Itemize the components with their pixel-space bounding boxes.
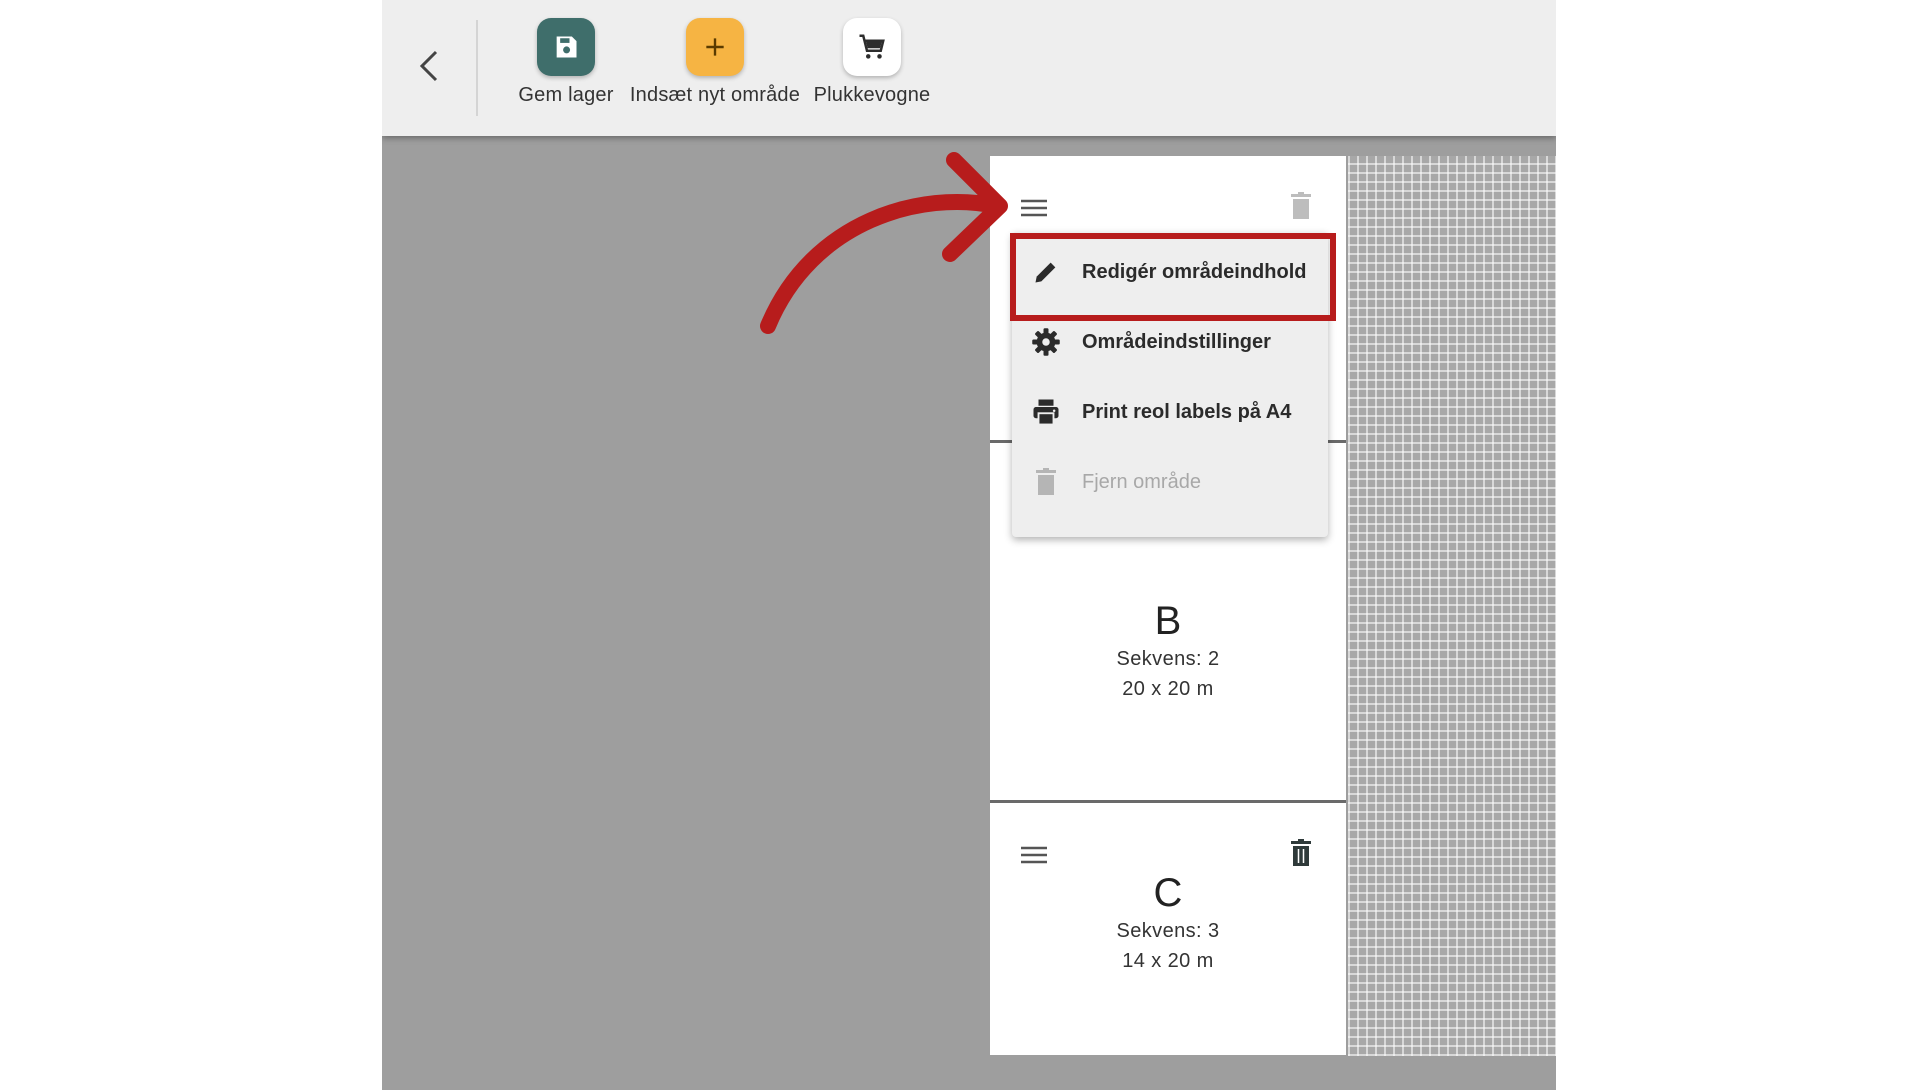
area-size: 20 x 20 m: [1122, 678, 1214, 700]
toolbar-divider: [476, 20, 478, 116]
area-card-c[interactable]: C Sekvens: 3 14 x 20 m: [990, 803, 1346, 1055]
save-warehouse-label: Gem lager: [518, 84, 614, 106]
trash-icon: [1290, 191, 1312, 225]
save-icon: [537, 18, 595, 76]
area-sequence: Sekvens: 3: [1116, 920, 1220, 942]
menu-item-label: Områdeindstillinger: [1082, 330, 1271, 353]
plus-icon: [686, 18, 744, 76]
menu-item-area-settings[interactable]: Områdeindstillinger: [1012, 312, 1328, 372]
menu-item-edit-area-content[interactable]: Redigér områdeindhold: [1012, 242, 1328, 302]
area-menu-button[interactable]: [1018, 192, 1050, 224]
menu-item-remove-area: Fjern område: [1012, 452, 1328, 512]
area-context-menu: Redigér områdeindhold Områdeindstillinge…: [1012, 232, 1328, 537]
menu-item-label: Print reol labels på A4: [1082, 400, 1292, 423]
menu-item-label: Fjern område: [1082, 470, 1201, 493]
area-size: 14 x 20 m: [1122, 950, 1214, 972]
warehouse-grid[interactable]: [1348, 156, 1556, 1056]
insert-area-button[interactable]: Indsæt nyt område: [614, 18, 816, 107]
area-letter: C: [1153, 871, 1183, 915]
gear-icon: [1030, 326, 1062, 358]
pick-carts-label: Plukkevogne: [813, 84, 931, 106]
toolbar: Gem lager Indsæt nyt område Plukkevogne: [382, 0, 1556, 136]
area-letter: B: [1154, 599, 1182, 643]
area-menu-button[interactable]: [1018, 839, 1050, 871]
menu-item-label: Redigér områdeindhold: [1082, 260, 1307, 283]
area-info: B Sekvens: 2 20 x 20 m: [990, 598, 1346, 704]
printer-icon: [1030, 396, 1062, 428]
pencil-icon: [1030, 256, 1062, 288]
hamburger-icon: [1018, 199, 1050, 228]
chevron-left-icon: [416, 48, 444, 89]
cart-icon: [843, 18, 901, 76]
menu-item-print-labels[interactable]: Print reol labels på A4: [1012, 382, 1328, 442]
delete-area-button[interactable]: [1286, 191, 1316, 225]
area-sequence: Sekvens: 2: [1116, 648, 1220, 670]
trash-icon: [1290, 838, 1312, 872]
insert-area-label: Indsæt nyt område: [629, 84, 801, 106]
pick-carts-button[interactable]: Plukkevogne: [802, 18, 942, 107]
back-button[interactable]: [402, 40, 458, 96]
delete-area-button[interactable]: [1286, 838, 1316, 872]
warehouse-editor: Gem lager Indsæt nyt område Plukkevogne: [382, 0, 1556, 1090]
area-info: C Sekvens: 3 14 x 20 m: [990, 870, 1346, 976]
trash-icon: [1030, 466, 1062, 498]
